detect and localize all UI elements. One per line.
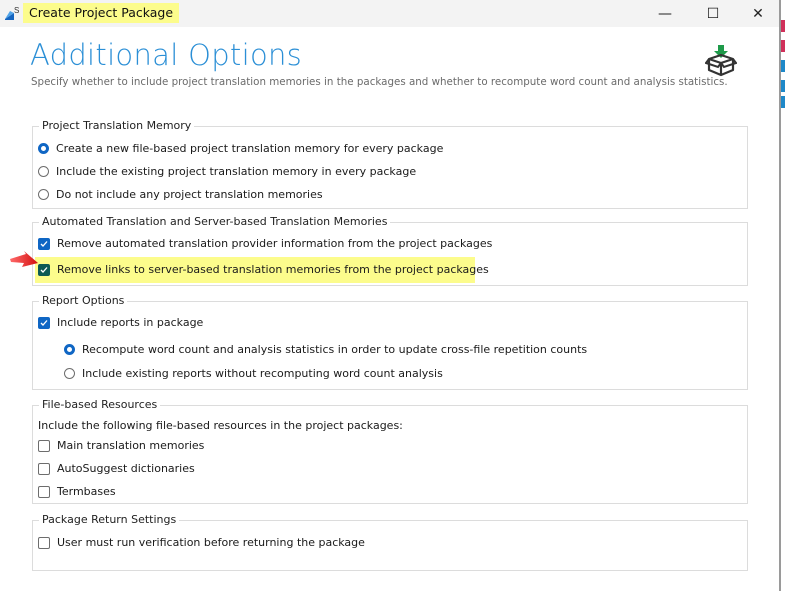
radio-recompute-statistics[interactable]: Recompute word count and analysis statis… (64, 343, 587, 356)
option-label: Include the existing project translation… (56, 165, 417, 178)
edge-mark (781, 80, 785, 92)
option-label: Termbases (57, 485, 116, 498)
radio-button-selected[interactable] (64, 344, 75, 355)
option-label: User must run verification before return… (57, 536, 365, 549)
option-label: Do not include any project translation m… (56, 188, 323, 201)
close-button[interactable]: ✕ (735, 0, 781, 27)
group-legend: Automated Translation and Server-based T… (39, 215, 391, 229)
group-legend: Package Return Settings (39, 513, 180, 527)
radio-button-selected[interactable] (38, 143, 49, 154)
radio-include-existing-reports[interactable]: Include existing reports without recompu… (64, 367, 443, 380)
red-arrow-icon (10, 251, 38, 267)
app-icon: S (5, 6, 19, 20)
group-legend: Project Translation Memory (39, 119, 195, 133)
resources-intro: Include the following file-based resourc… (38, 419, 403, 432)
option-label: AutoSuggest dictionaries (57, 462, 195, 475)
checkbox-main-tms[interactable]: Main translation memories (38, 439, 204, 452)
radio-create-new-tm[interactable]: Create a new file-based project translat… (38, 142, 443, 155)
edge-mark (781, 20, 785, 32)
window-title: Create Project Package (23, 3, 180, 23)
check-icon (40, 240, 48, 247)
checkbox-termbases[interactable]: Termbases (38, 485, 116, 498)
edge-mark (781, 60, 785, 72)
checkbox-checked[interactable] (38, 316, 50, 329)
page-title: Additional Options (30, 38, 303, 72)
package-download-icon (705, 45, 737, 77)
svg-text:S: S (14, 6, 19, 15)
checkbox-remove-mt-provider[interactable]: Remove automated translation provider in… (38, 237, 492, 250)
option-label: Include existing reports without recompu… (82, 367, 443, 380)
radio-no-tm[interactable]: Do not include any project translation m… (38, 188, 323, 201)
page-subtitle: Specify whether to include project trans… (31, 76, 728, 88)
checkbox-remove-server-tm-links[interactable]: Remove links to server-based translation… (38, 263, 489, 276)
edge-mark (781, 96, 785, 108)
minimize-button[interactable]: — (642, 0, 688, 27)
option-label: Create a new file-based project translat… (56, 142, 444, 155)
option-label: Include reports in package (57, 316, 204, 329)
checkbox[interactable] (38, 536, 50, 549)
radio-button[interactable] (38, 166, 49, 177)
checkbox[interactable] (38, 485, 50, 498)
checkbox[interactable] (38, 462, 50, 475)
checkbox-require-verification[interactable]: User must run verification before return… (38, 536, 365, 549)
check-icon (40, 319, 48, 326)
checkbox-autosuggest[interactable]: AutoSuggest dictionaries (38, 462, 195, 475)
close-icon: ✕ (752, 5, 764, 22)
option-label: Remove automated translation provider in… (57, 237, 493, 250)
background-window-edge (779, 0, 785, 591)
check-icon (40, 266, 48, 273)
radio-include-existing-tm[interactable]: Include the existing project translation… (38, 165, 416, 178)
checkbox-checked[interactable] (38, 263, 50, 276)
option-label: Remove links to server-based translation… (57, 263, 489, 276)
minimize-icon: — (658, 5, 672, 22)
group-legend: Report Options (39, 294, 128, 308)
checkbox[interactable] (38, 439, 50, 452)
maximize-icon: ☐ (706, 5, 720, 22)
group-legend: File-based Resources (39, 398, 161, 412)
radio-button[interactable] (64, 368, 75, 379)
radio-button[interactable] (38, 189, 49, 200)
title-bar: S Create Project Package — ☐ ✕ (0, 0, 779, 27)
checkbox-checked[interactable] (38, 237, 50, 250)
checkbox-include-reports[interactable]: Include reports in package (38, 316, 203, 329)
edge-mark (781, 40, 785, 52)
maximize-button[interactable]: ☐ (690, 0, 736, 27)
option-label: Main translation memories (57, 439, 205, 452)
option-label: Recompute word count and analysis statis… (82, 343, 588, 356)
